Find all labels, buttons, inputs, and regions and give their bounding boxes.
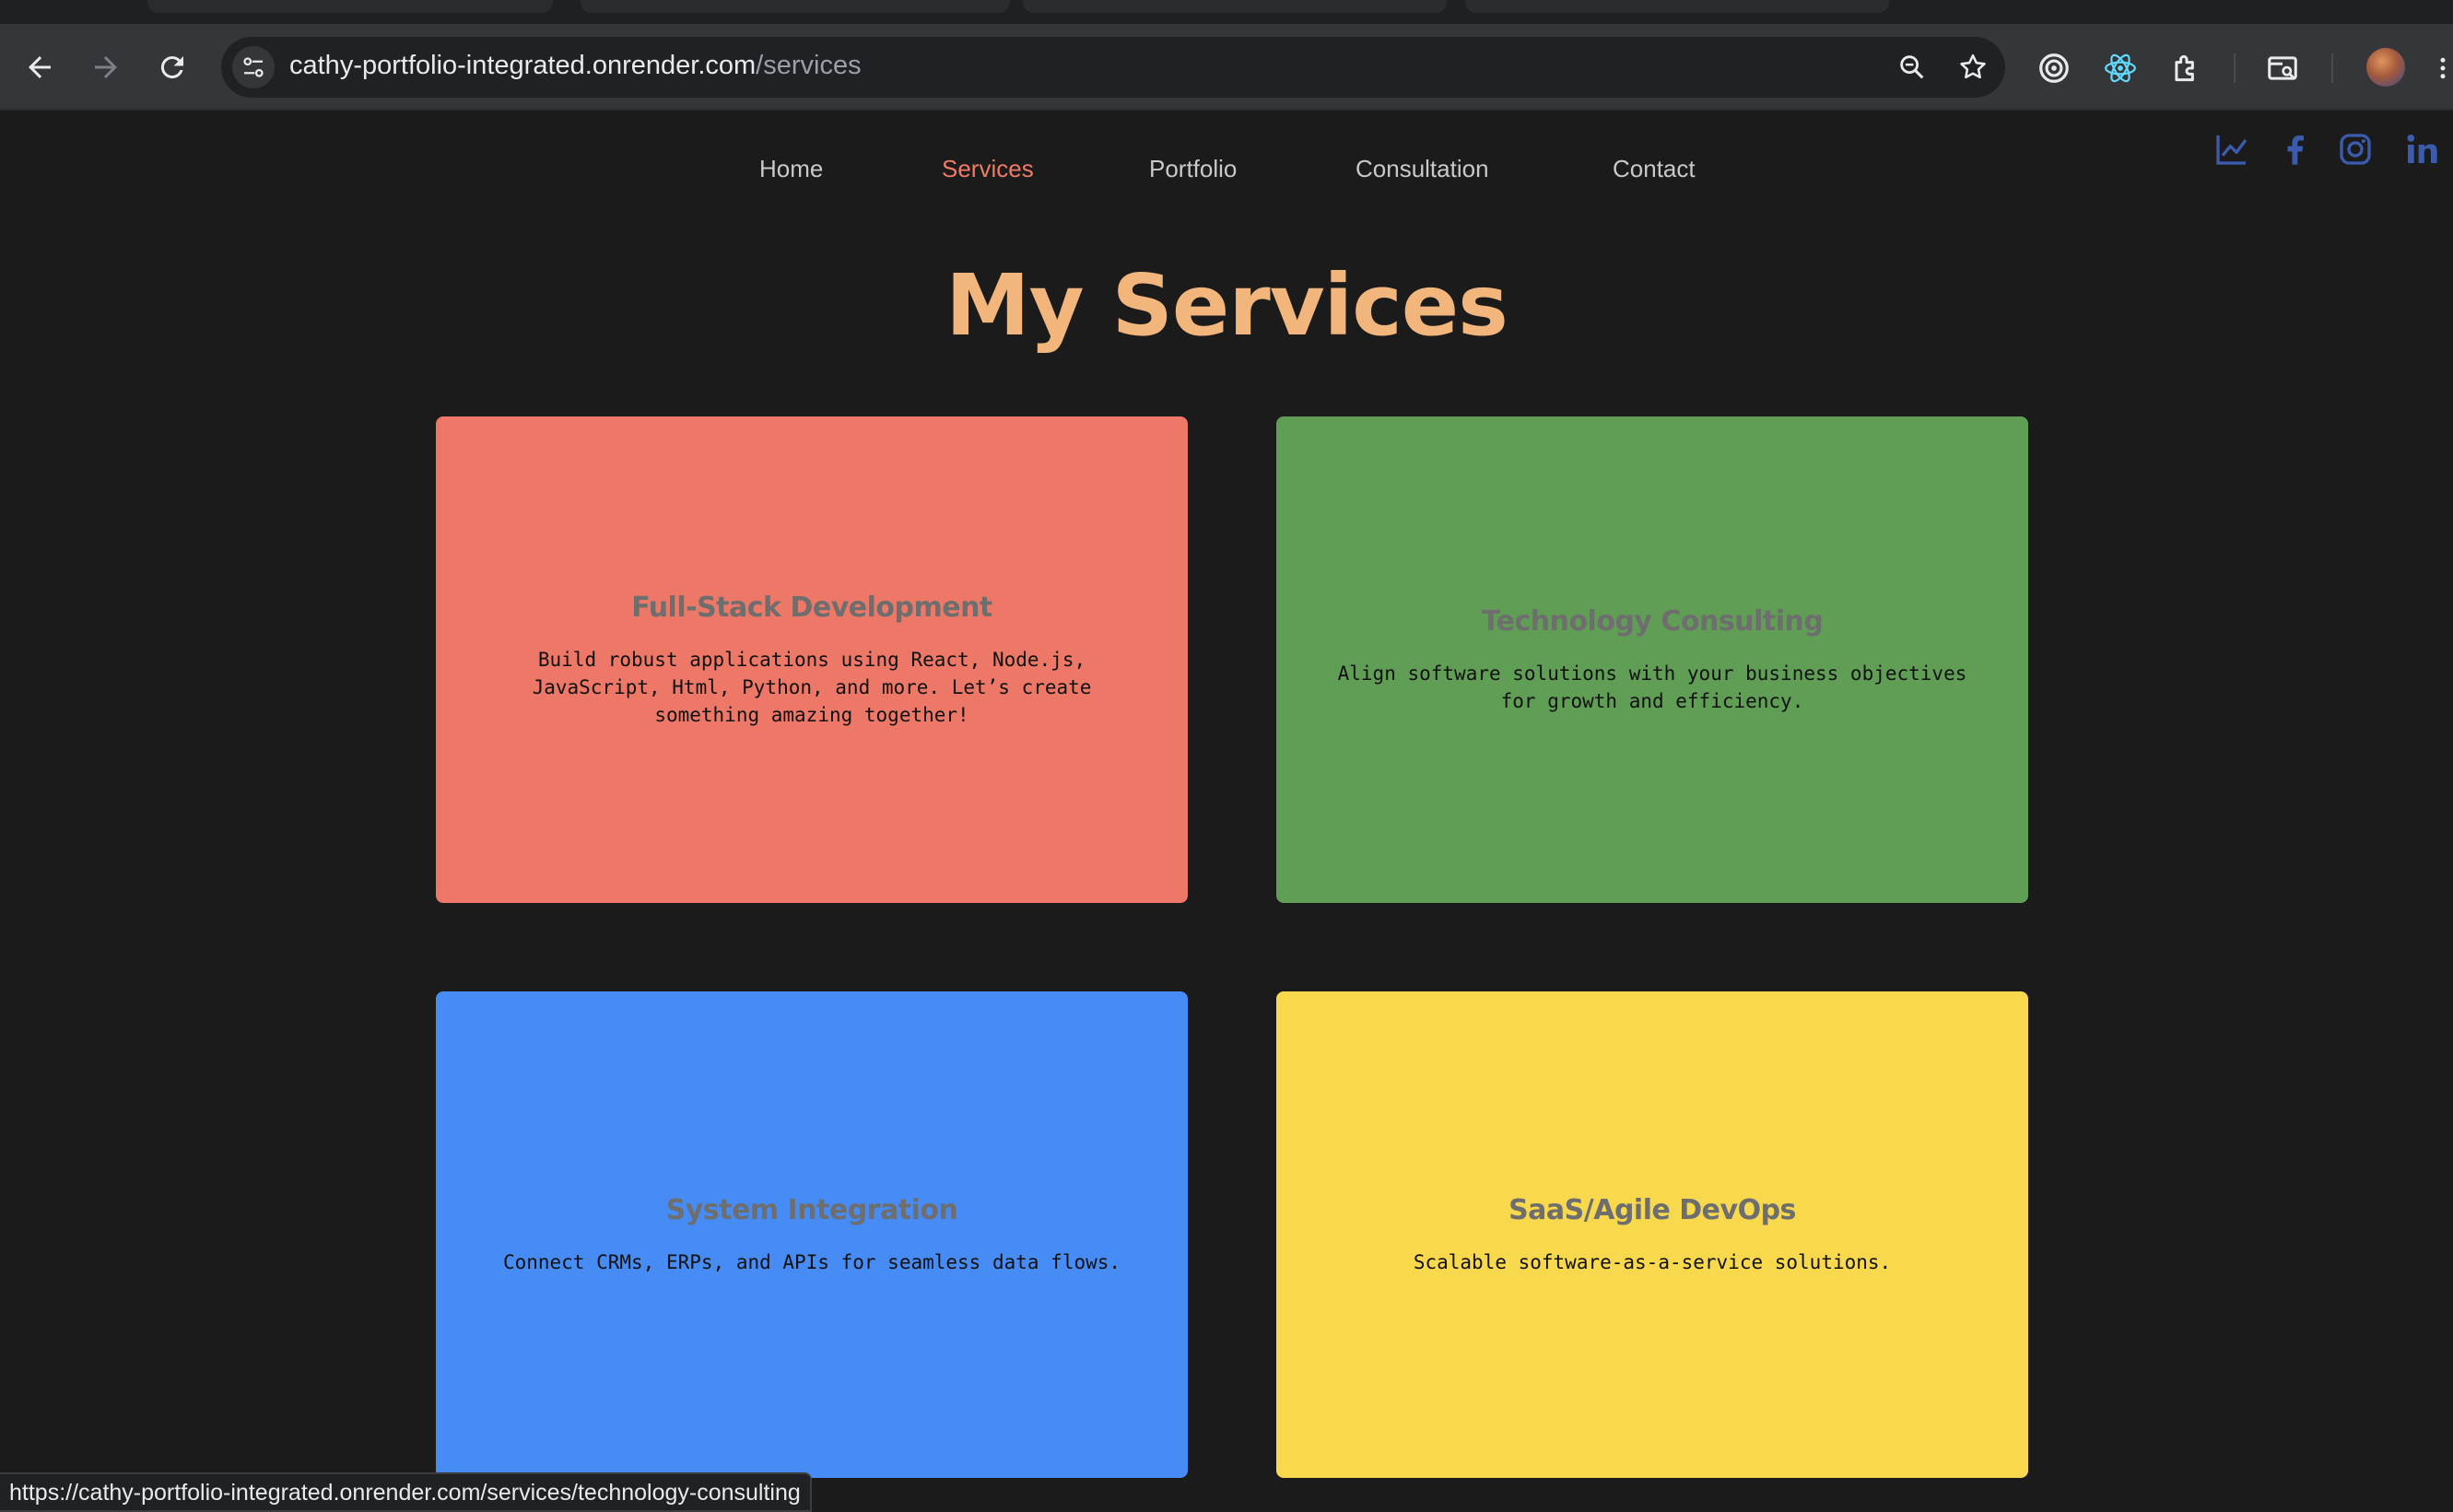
linkedin-icon (2407, 135, 2437, 163)
facebook-link[interactable] (2274, 129, 2315, 170)
toolbar-divider (2331, 53, 2333, 83)
service-card-full-stack[interactable]: Full-Stack Development Build robust appl… (436, 416, 1188, 903)
main-nav: Home Services Portfolio Consultation Con… (0, 155, 2453, 192)
nav-home[interactable]: Home (759, 155, 823, 183)
url-host: cathy-portfolio-integrated.onrender.com (289, 51, 757, 80)
instagram-link[interactable] (2335, 129, 2376, 170)
link-status-bubble: https://cathy-portfolio-integrated.onren… (0, 1472, 812, 1512)
service-description: Build robust applications using React, N… (532, 648, 1092, 726)
service-description: Scalable software-as-a-service solutions… (1413, 1250, 1892, 1273)
search-tabs-button[interactable] (2261, 47, 2304, 89)
service-description: Align software solutions with your busin… (1337, 662, 1967, 712)
nav-contact[interactable]: Contact (1613, 155, 1696, 183)
service-card-technology-consulting[interactable]: Technology Consulting Align software sol… (1276, 416, 2028, 903)
service-title: SaaS/Agile DevOps (1508, 1193, 1796, 1226)
forward-button[interactable] (85, 46, 127, 88)
url-path: /services (756, 51, 862, 80)
tab-strip (0, 0, 2453, 24)
address-bar[interactable]: cathy-portfolio-integrated.onrender.com/… (221, 37, 2005, 98)
linkedin-link[interactable] (2401, 129, 2442, 170)
browser-tab[interactable] (1465, 0, 1889, 13)
reload-icon (160, 56, 183, 79)
zoom-button[interactable] (1893, 48, 1931, 87)
browser-toolbar: cathy-portfolio-integrated.onrender.com/… (0, 24, 2453, 111)
bookmark-button[interactable] (1954, 48, 1992, 87)
puzzle-icon (2175, 54, 2194, 82)
extension-button[interactable] (2033, 47, 2075, 89)
page-title: My Services (945, 256, 1508, 355)
chart-line-icon (2216, 135, 2248, 165)
star-icon (1960, 53, 1986, 79)
page-content: Home Services Portfolio Consultation Con… (0, 111, 2453, 1512)
service-card-system-integration[interactable]: System Integration Connect CRMs, ERPs, a… (436, 991, 1188, 1478)
profile-avatar[interactable] (2366, 48, 2405, 87)
browser-tab[interactable] (581, 0, 1010, 13)
more-vert-icon (2440, 57, 2446, 79)
arrow-left-icon (29, 56, 51, 78)
service-description: Connect CRMs, ERPs, and APIs for seamles… (502, 1250, 1121, 1273)
site-info-button[interactable] (232, 46, 275, 88)
target-icon (2039, 53, 2069, 83)
service-title: Full-Stack Development (631, 591, 992, 624)
nav-services[interactable]: Services (942, 155, 1034, 183)
toolbar-divider (2234, 53, 2236, 83)
arrow-right-icon (95, 56, 117, 78)
tab-search-icon (2268, 56, 2297, 80)
react-icon (2105, 53, 2136, 83)
menu-button[interactable] (2433, 47, 2453, 89)
tune-icon (243, 57, 264, 77)
analytics-link[interactable] (2212, 129, 2252, 170)
react-devtools-button[interactable] (2099, 47, 2142, 89)
service-title: System Integration (665, 1193, 958, 1226)
browser-tab[interactable] (1023, 0, 1447, 13)
nav-portfolio[interactable]: Portfolio (1149, 155, 1237, 183)
browser-tab[interactable] (147, 0, 553, 13)
service-card-saas-devops[interactable]: SaaS/Agile DevOps Scalable software-as-a… (1276, 991, 2028, 1478)
nav-consultation[interactable]: Consultation (1356, 155, 1489, 183)
reload-button[interactable] (151, 46, 194, 88)
extensions-button[interactable] (2165, 47, 2208, 89)
url-text[interactable]: cathy-portfolio-integrated.onrender.com/… (289, 51, 862, 81)
service-title: Technology Consulting (1481, 604, 1824, 638)
back-button[interactable] (18, 46, 61, 88)
zoom-icon (1900, 55, 1924, 79)
instagram-icon (2340, 134, 2371, 165)
facebook-icon (2287, 135, 2304, 165)
